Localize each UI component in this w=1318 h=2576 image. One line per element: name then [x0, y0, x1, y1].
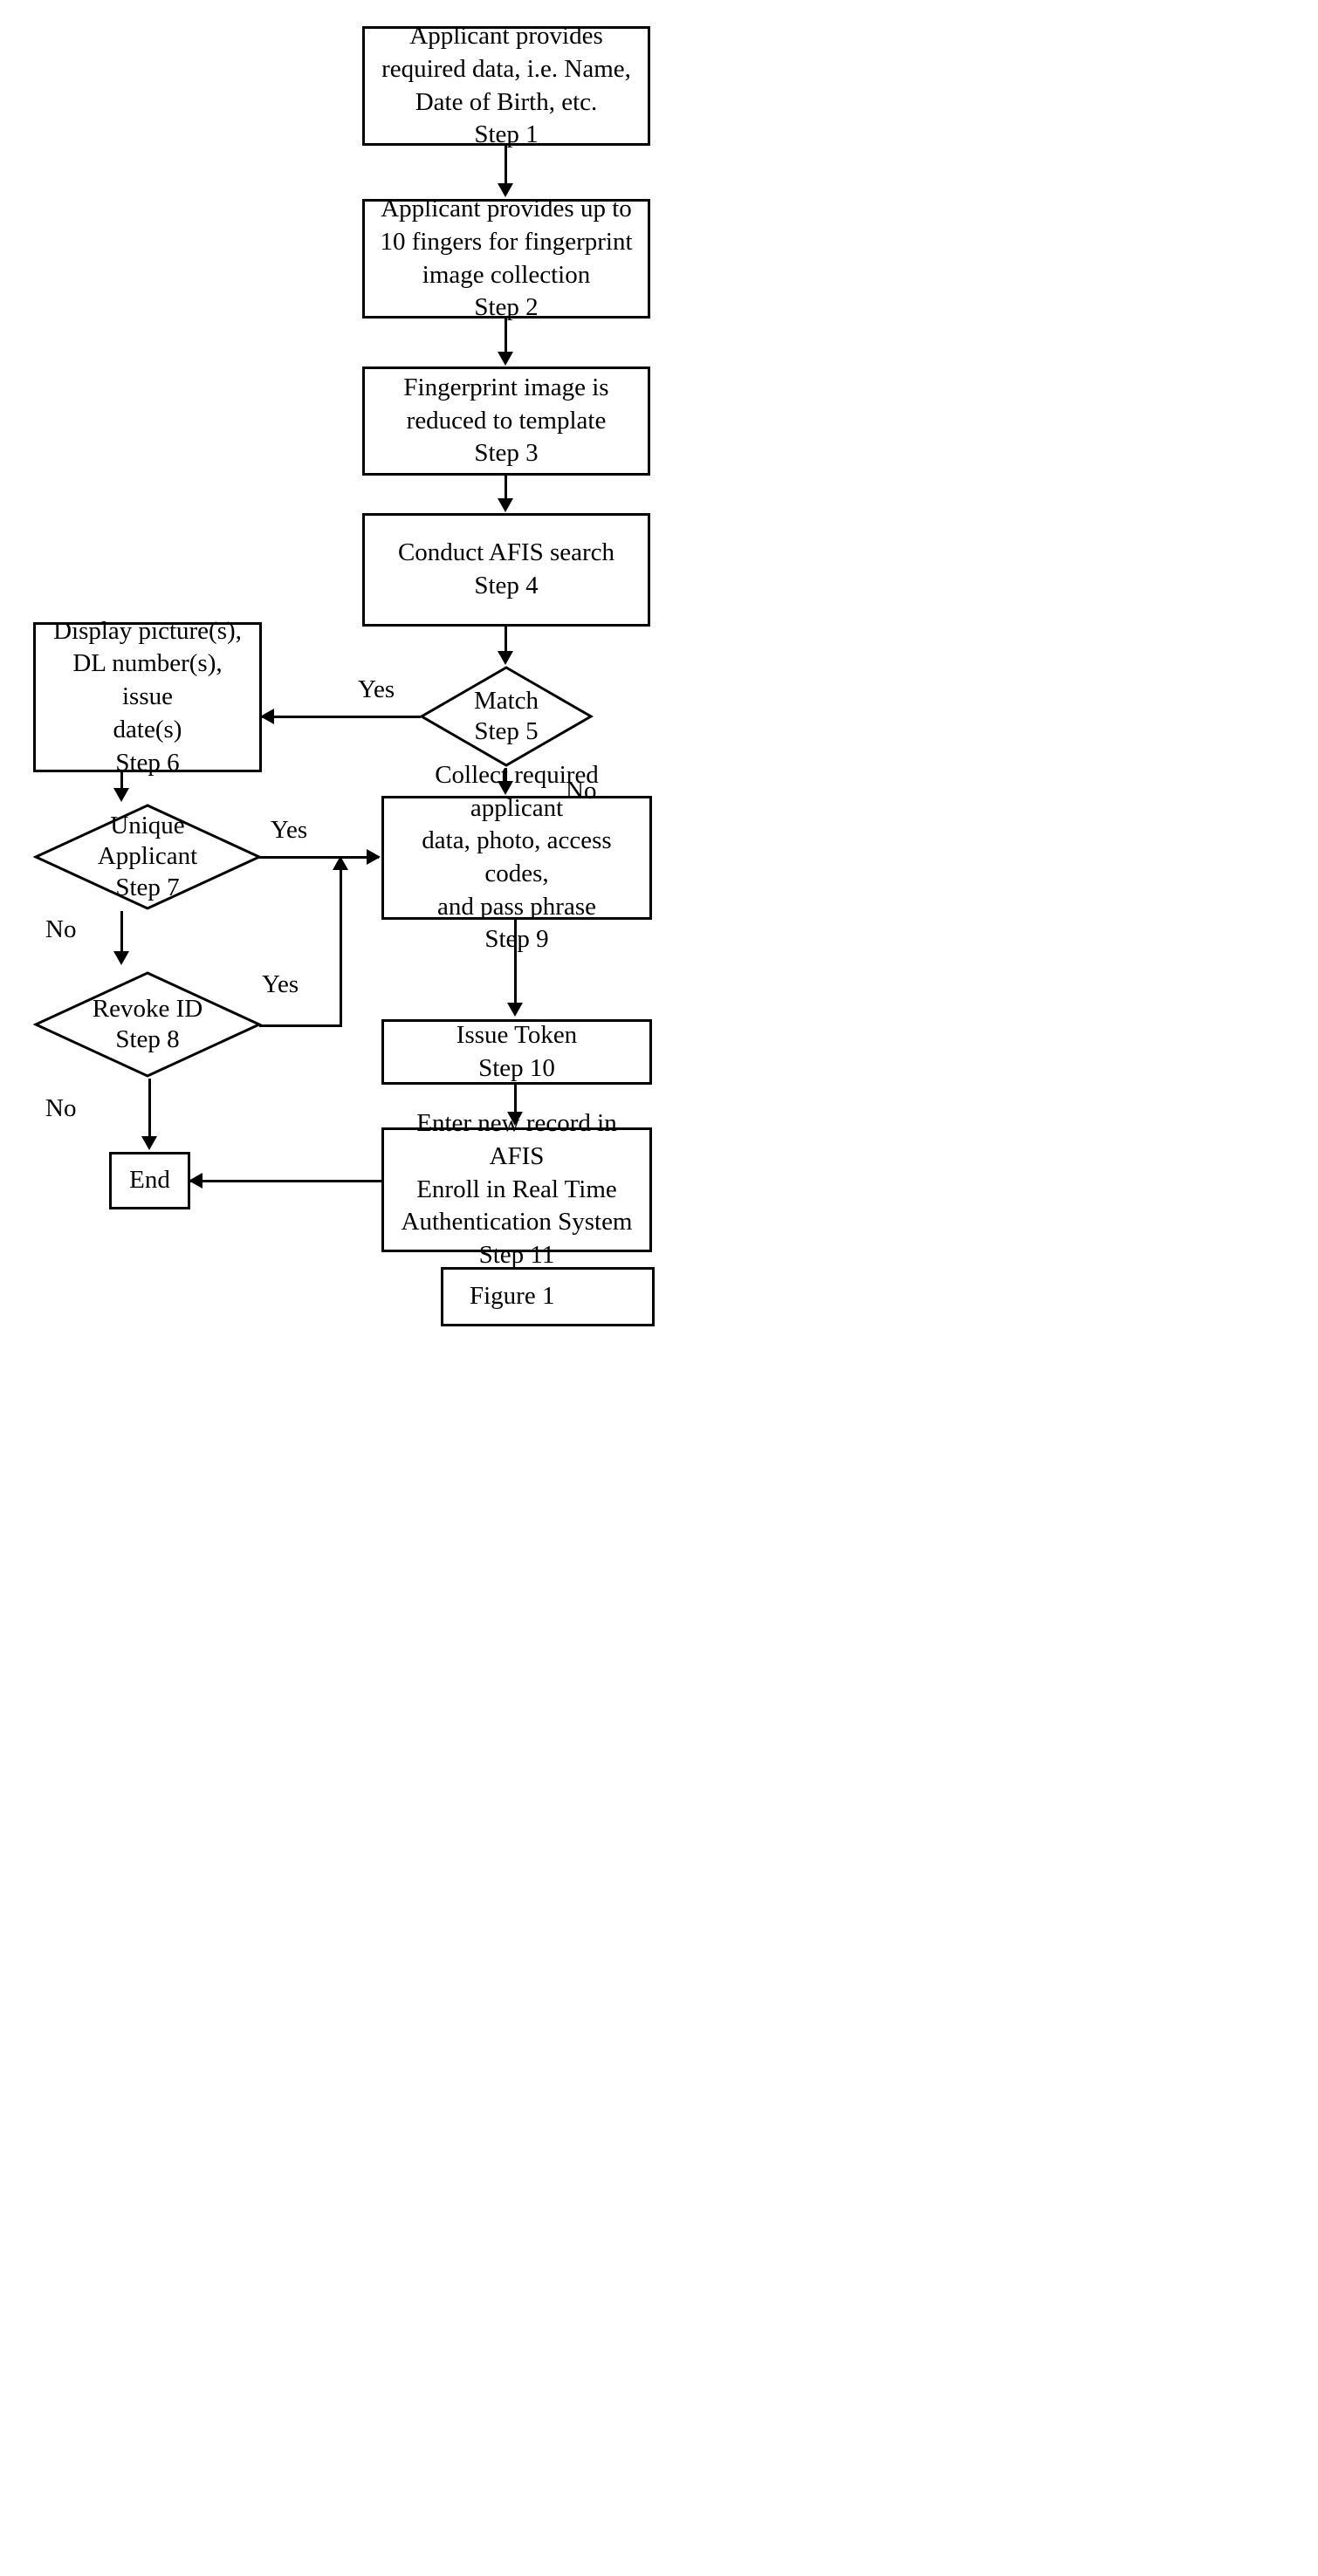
arrowhead-step7-step8 [113, 951, 129, 965]
node-step-9-label: Collect required applicant data, photo, a… [422, 760, 612, 954]
node-end: End [109, 1152, 190, 1209]
connector-step8-yes-horizontal [259, 1024, 342, 1027]
node-step-2: Applicant provides up to 10 fingers for f… [362, 195, 650, 321]
edge-label-unique-no: No [45, 915, 77, 943]
node-step-11-label: Enter new record in AFIS Enroll in Real T… [401, 1109, 633, 1270]
connector-step4-step5 [505, 627, 507, 653]
node-step-6-label: Display picture(s), DL number(s), issue da… [53, 616, 242, 777]
node-step-4-label: Conduct AFIS search Step 4 [397, 538, 615, 599]
node-step-3-label: Fingerprint image is reduced to template S… [403, 373, 609, 468]
node-step-7-decision: Unique Applicant Step 7 [33, 803, 262, 911]
flowchart-canvas: Applicant provides required data, i.e. Na… [0, 0, 1318, 2576]
node-step-6: Display picture(s), DL number(s), issue da… [33, 617, 262, 777]
node-step-8-decision: Revoke ID Step 8 [33, 970, 262, 1079]
node-step-10: Issue Token Step 10 [381, 1019, 652, 1085]
connector-step2-step3 [505, 319, 507, 353]
connector-step5-step6 [262, 716, 421, 718]
arrowhead-step7-step9 [367, 849, 381, 865]
edge-label-revoke-yes: Yes [262, 970, 299, 998]
arrowhead-step5-step9 [498, 781, 513, 795]
arrowhead-step2-step3 [498, 352, 513, 366]
connector-step3-step4 [505, 476, 507, 500]
arrowhead-step6-step7 [113, 788, 129, 802]
arrowhead-step4-step5 [498, 651, 513, 665]
figure-caption-box: Figure 1 [441, 1267, 655, 1326]
connector-step10-step11 [514, 1085, 517, 1113]
diamond-shape-step-5 [419, 666, 594, 767]
arrowhead-step8-merge [333, 856, 348, 870]
node-step-3: Fingerprint image is reduced to template S… [362, 367, 650, 476]
connector-step8-yes-vertical [340, 868, 342, 1026]
figure-caption-label: Figure 1 [470, 1282, 555, 1311]
connector-step9-step10 [514, 920, 517, 1004]
connector-step6-step7 [120, 772, 123, 790]
connector-step7-step8 [120, 911, 123, 953]
arrowhead-step9-step10 [507, 1003, 523, 1017]
edge-label-match-no: No [566, 777, 597, 805]
diamond-shape-step-7 [33, 804, 262, 910]
arrowhead-step1-step2 [498, 183, 513, 197]
arrowhead-step11-end [189, 1173, 203, 1189]
arrowhead-step3-step4 [498, 498, 513, 512]
node-step-4: Conduct AFIS search Step 4 [362, 513, 650, 627]
connector-step8-end [148, 1079, 151, 1138]
node-step-11: Enter new record in AFIS Enroll in Real T… [381, 1109, 652, 1269]
diamond-shape-step-8 [33, 971, 262, 1078]
edge-label-match-yes: Yes [358, 675, 395, 703]
edge-label-revoke-no: No [45, 1094, 77, 1122]
edge-label-unique-yes: Yes [271, 816, 308, 844]
arrowhead-step8-end [141, 1136, 157, 1150]
node-step-5-decision: Match Step 5 [419, 665, 594, 768]
arrowhead-step5-step6 [260, 709, 274, 724]
node-step-9: Collect required applicant data, photo, a… [381, 761, 652, 953]
node-end-label: End [129, 1166, 170, 1195]
connector-step11-end [190, 1180, 384, 1182]
arrowhead-step10-step11 [507, 1112, 523, 1126]
connector-step7-step9 [259, 856, 379, 859]
node-step-1: Applicant provides required data, i.e. Na… [362, 22, 650, 148]
node-step-1-label: Applicant provides required data, i.e. Na… [381, 22, 631, 149]
node-step-2-label: Applicant provides up to 10 fingers for f… [380, 195, 633, 322]
node-step-10-label: Issue Token Step 10 [456, 1020, 578, 1082]
connector-step1-step2 [505, 146, 507, 185]
